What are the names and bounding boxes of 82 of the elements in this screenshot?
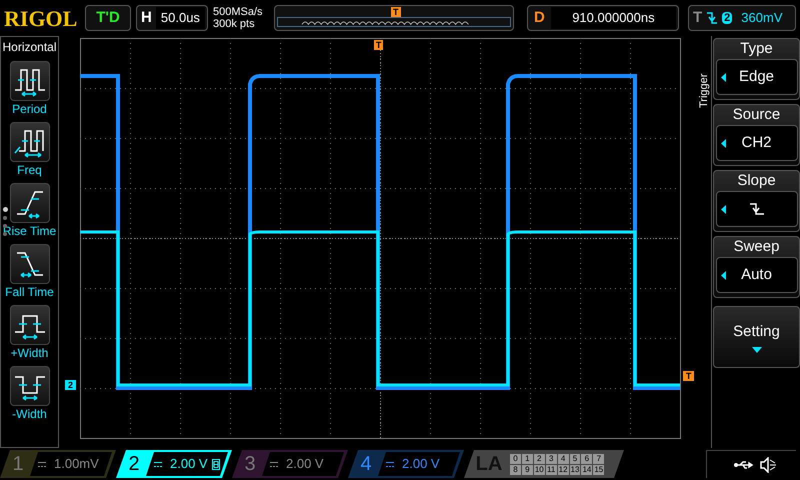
channel-tab[interactable]: 2 2.00 V	[116, 450, 232, 478]
trigger-level-marker: T	[682, 371, 694, 381]
logic-bit: 14	[581, 464, 592, 474]
menu-label: Type	[740, 39, 773, 59]
waveform-preview-icon	[277, 17, 511, 27]
menu-value-button[interactable]: Edge	[716, 59, 798, 95]
channel-scale: 2.00 V	[402, 455, 440, 474]
logic-bit: 5	[570, 454, 580, 464]
logic-bit: 4	[558, 454, 569, 464]
menu-label: Sweep	[734, 237, 780, 257]
timebase-label: H	[140, 8, 153, 28]
channel-scale: 2.00 V	[286, 455, 324, 474]
logic-bit: 0	[510, 454, 521, 464]
trigger-label: T	[693, 8, 702, 28]
delay-value: 910.000000ns	[550, 7, 676, 29]
menu-value-button[interactable]: CH2	[716, 125, 798, 161]
timebase-box[interactable]: H 50.0us	[136, 5, 208, 31]
trigger-position-marker: T	[374, 40, 384, 50]
caret-left-icon	[720, 205, 726, 214]
logic-bit: 15	[593, 464, 604, 474]
measure-button[interactable]	[10, 244, 50, 284]
logic-bit: 6	[581, 454, 592, 464]
channel-marker: 2	[65, 380, 76, 390]
logic-bit: 11	[546, 464, 557, 474]
channel-number: 1	[11, 452, 25, 477]
caret-left-icon	[720, 73, 726, 82]
measure-label: Freq	[17, 162, 42, 178]
menu-label: Slope	[737, 171, 776, 191]
menu-title: Trigger	[697, 72, 712, 108]
trigger-status-box[interactable]: T 2 360mV	[688, 5, 796, 31]
caret-down-icon	[752, 347, 762, 354]
channel-scale: 1.00mV	[54, 455, 99, 474]
measure-button[interactable]	[10, 305, 50, 345]
channel-number: 3	[243, 452, 257, 477]
usb-icon	[734, 460, 754, 470]
measure-button[interactable]	[10, 183, 50, 223]
timebase-value: 50.0us	[156, 7, 205, 29]
channel-scale: 2.00 V	[170, 455, 208, 474]
dc-coupling-icon	[270, 462, 278, 466]
delay-label: D	[533, 8, 546, 28]
delay-box[interactable]: D 910.000000ns	[527, 5, 679, 31]
memory-depth: 300k pts	[213, 18, 256, 30]
channel-number: 4	[359, 452, 373, 477]
brand-logo: RIGOL	[4, 4, 78, 32]
menu-label: Source	[732, 105, 780, 125]
measure-label: Period	[12, 101, 47, 117]
measure-label: -Width	[12, 406, 47, 422]
menu-value-button[interactable]: Auto	[716, 257, 798, 293]
logic-bit: 1	[522, 454, 533, 464]
setting-button[interactable]: Setting	[713, 306, 800, 368]
channel-number: 2	[127, 452, 141, 477]
trigger-level-value: 360mV	[741, 9, 782, 28]
falling-edge-icon	[750, 202, 764, 216]
measure-label: Fall Time	[5, 284, 54, 300]
dc-coupling-icon	[154, 462, 162, 466]
logic-bit: 2	[534, 454, 545, 464]
trigger-source-badge: 2	[722, 12, 732, 24]
measure-button[interactable]	[10, 61, 50, 101]
channel-tab[interactable]: 3 2.00 V	[232, 450, 348, 478]
measure-button[interactable]	[10, 122, 50, 162]
logic-bit: 3	[546, 454, 557, 464]
logic-bit: 8	[510, 464, 521, 474]
logic-bit: 9	[522, 464, 533, 474]
measure-label: +Width	[10, 345, 48, 361]
sample-rate: 500MSa/s	[213, 6, 264, 18]
menu-value-button[interactable]	[716, 191, 798, 227]
dc-coupling-icon	[386, 462, 394, 466]
trigger-position-marker: T	[391, 7, 400, 17]
channel-tab[interactable]: 1 1.00mV	[0, 450, 116, 478]
measure-button[interactable]	[10, 366, 50, 406]
caret-left-icon	[720, 271, 726, 280]
speaker-muted-icon	[760, 456, 776, 472]
logic-bit: 7	[593, 454, 604, 464]
run-status[interactable]: T'D	[85, 5, 131, 31]
falling-edge-icon	[707, 11, 718, 25]
menu-title: Horizontal	[2, 39, 57, 56]
logic-bit: 13	[570, 464, 580, 474]
dc-coupling-icon	[38, 462, 46, 466]
caret-left-icon	[720, 139, 726, 148]
logic-bit: 10	[534, 464, 545, 474]
channel-tab[interactable]: 4 2.00 V	[348, 450, 464, 478]
logic-bit: 12	[558, 464, 569, 474]
